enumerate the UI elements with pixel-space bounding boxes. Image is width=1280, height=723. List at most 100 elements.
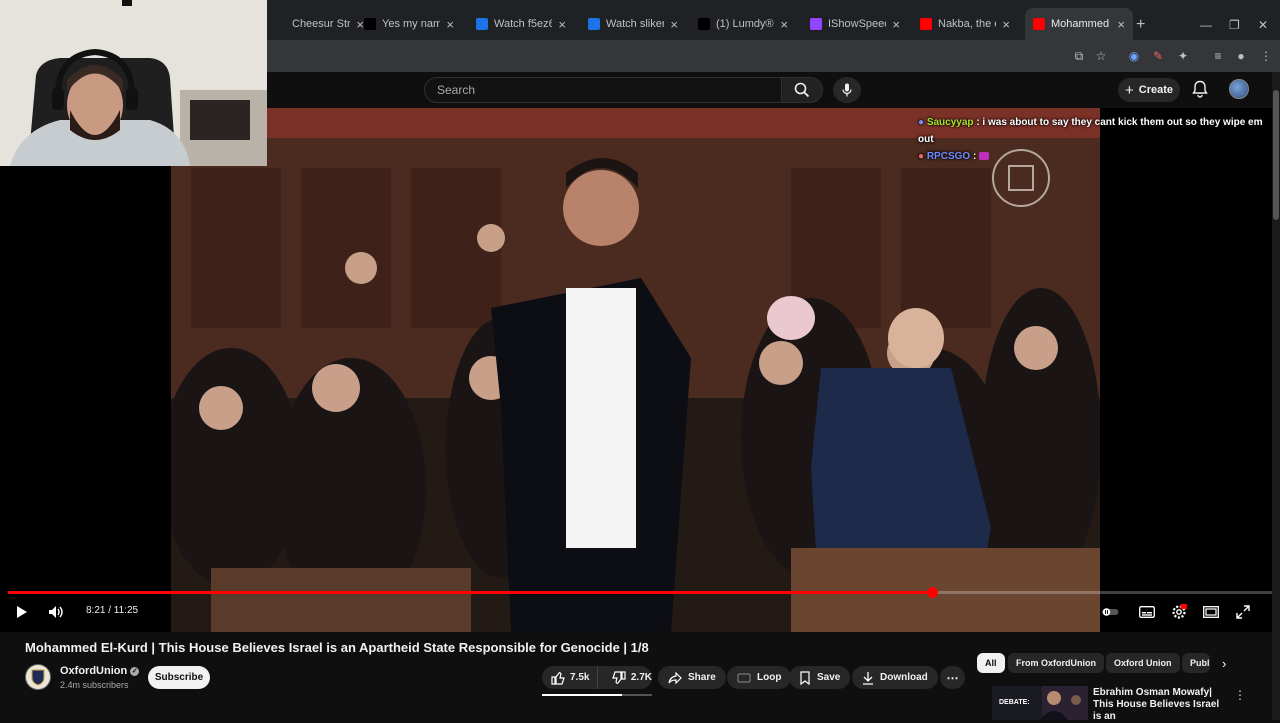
stream-icon [476,18,488,30]
save-label: Save [817,672,841,683]
fullscreen-button[interactable] [1234,604,1252,620]
subtitles-icon [1139,606,1155,618]
chip-all[interactable]: All [977,653,1005,673]
theater-mode-button[interactable] [1202,604,1220,620]
theater-icon [1203,606,1219,618]
new-tab-button[interactable]: + [1136,16,1145,34]
like-count: 7.5k [570,672,590,683]
subtitles-button[interactable] [1138,604,1156,620]
crest-icon [31,669,45,686]
browser-tab[interactable]: Nakba, the ethnic × [912,8,1018,40]
chip-oxford-union[interactable]: Oxford Union [1106,653,1180,673]
channel-avatar[interactable] [25,664,51,690]
browser-menu-icon[interactable]: ⋮ [1258,48,1274,64]
close-tab-icon[interactable]: × [892,17,900,32]
search-icon [794,82,810,98]
channel-name[interactable]: OxfordUnion ✓ [60,665,140,677]
channel-name-text: OxfordUnion [60,665,128,677]
extension-icon[interactable]: ✎ [1150,48,1166,64]
media-control-icon[interactable]: ≡ [1210,48,1226,64]
chat-text: : [972,151,977,162]
loop-icon [737,672,751,683]
minimize-icon[interactable]: — [1200,18,1212,32]
browser-tab[interactable]: Mohammed El-Ku × [1025,8,1133,40]
stream-icon [588,18,600,30]
close-tab-icon[interactable]: × [1117,17,1125,32]
chat-overlay: ● Saucyyap : i was about to say they can… [918,114,1280,165]
install-app-icon[interactable]: ⧉ [1071,48,1087,64]
tab-title: IShowSpeed - Tw [828,18,887,30]
extensions-puzzle-icon[interactable]: ✦ [1175,48,1191,64]
recommendation-title[interactable]: Ebrahim Osman Mowafy| This House Believe… [1093,687,1223,723]
voice-search-button[interactable] [833,77,861,103]
settings-button[interactable] [1170,604,1188,620]
tab-title: Watch f5ez64 | St [494,18,553,30]
plus-icon: + [1124,81,1134,99]
tab-title: Cheesur Stream - [292,18,351,30]
x-icon [698,18,710,30]
chip-publ[interactable]: Publ [1182,653,1210,673]
microphone-icon [842,83,852,97]
tab-title: Watch sliker love [606,18,665,30]
volume-button[interactable] [47,604,65,620]
tab-title: Mohammed El-Ku [1051,18,1111,30]
close-tab-icon[interactable]: × [558,17,566,32]
save-button[interactable]: Save [789,666,851,689]
bell-icon [1192,80,1208,98]
loop-label: Loop [757,672,782,683]
profile-icon[interactable]: ● [1233,48,1249,64]
webcam-image [0,0,267,166]
notifications-button[interactable] [1192,80,1208,103]
chat-user-icon: ● [918,151,925,162]
restore-icon[interactable]: ❐ [1229,18,1240,32]
loop-button[interactable]: Loop [727,666,792,689]
subscriber-count: 2.4m subscribers [60,680,129,690]
chip-from-channel[interactable]: From OxfordUnion [1008,653,1104,673]
video-title: Mohammed El-Kurd | This House Believes I… [25,640,649,655]
like-dislike-group: 7.5k 2.7K [542,666,652,689]
extension-audio-icon[interactable]: ◉ [1126,48,1142,64]
create-label: Create [1138,84,1173,96]
autoplay-toggle-icon [1102,608,1119,616]
twitch-icon [810,18,822,30]
create-button[interactable]: + Create [1118,78,1180,102]
bookmark-icon [800,670,810,685]
more-actions-button[interactable]: ⋯ [940,666,965,689]
chat-message: ● Saucyyap : i was about to say they can… [918,114,1280,148]
recommendation-menu-icon[interactable]: ⋮ [1234,688,1246,702]
gear-icon [1172,604,1187,619]
video-frame[interactable] [171,108,1100,632]
subscribe-button[interactable]: Subscribe [148,666,210,689]
browser-tab[interactable]: Watch sliker love × [580,8,686,40]
close-tab-icon[interactable]: × [780,17,788,32]
download-button[interactable]: Download [852,666,938,689]
browser-tab[interactable]: Watch f5ez64 | St × [468,8,574,40]
page-scrollbar-thumb[interactable] [1273,90,1279,220]
emote-icon [979,152,990,161]
share-button[interactable]: Share [658,666,726,689]
user-avatar[interactable] [1229,79,1249,99]
search-input[interactable]: Search [424,77,782,103]
bookmark-star-icon[interactable]: ☆ [1093,48,1109,64]
dislike-button[interactable]: 2.7K [604,666,652,689]
close-tab-icon[interactable]: × [1002,17,1010,32]
fullscreen-icon [1236,605,1250,619]
autoplay-toggle[interactable] [1102,604,1120,620]
chevron-right-icon[interactable]: › [1222,656,1226,671]
browser-tab[interactable]: IShowSpeed - Tw × [802,8,908,40]
dislike-count: 2.7K [630,672,652,683]
close-window-icon[interactable]: ✕ [1258,18,1268,32]
progress-scrubber-handle[interactable] [927,587,938,598]
like-button[interactable]: 7.5k [542,666,598,689]
browser-tab[interactable]: (1) Lumdy® on X × [690,8,796,40]
browser-tab[interactable]: Yes my name is K × [356,8,462,40]
play-button[interactable] [13,604,31,620]
youtube-icon [1033,18,1045,30]
webcam-overlay [0,0,267,166]
tab-title: (1) Lumdy® on X [716,18,774,30]
thumbs-down-icon [612,670,626,684]
search-button[interactable] [781,77,823,103]
chat-username: RPCSGO [926,151,971,162]
close-tab-icon[interactable]: × [446,17,454,32]
close-tab-icon[interactable]: × [670,17,678,32]
